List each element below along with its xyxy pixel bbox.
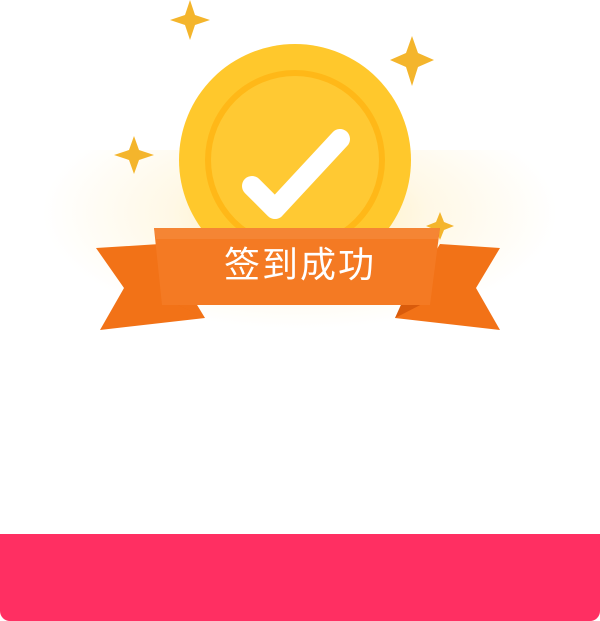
sparkle-star-icon <box>114 136 154 174</box>
sparkle-star-icon <box>170 0 210 40</box>
checkin-success-dialog: 签到成功 <box>0 0 600 621</box>
sparkle-star-icon <box>390 36 434 86</box>
footer-action-bar[interactable] <box>0 534 600 621</box>
checkin-success-title: 签到成功 <box>223 245 376 286</box>
